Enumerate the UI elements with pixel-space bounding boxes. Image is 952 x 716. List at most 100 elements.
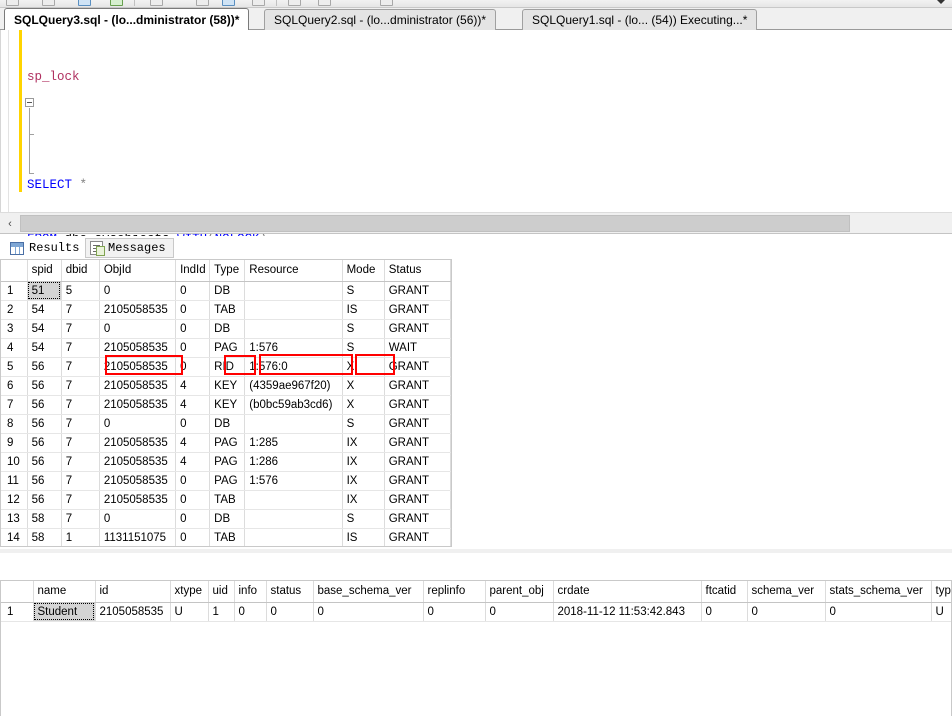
cell-indid[interactable]: 0 [175, 338, 211, 358]
cell-mode[interactable]: IX [342, 433, 385, 453]
cell-objid[interactable]: 0 [99, 281, 177, 301]
locks-col-header-mode[interactable]: Mode [342, 260, 385, 282]
cell-type[interactable]: RID [209, 357, 246, 377]
table-row[interactable]: 13 58 7 0 0 DB S GRANT [1, 509, 451, 529]
cell-mode[interactable]: IX [342, 452, 385, 472]
cell-mode[interactable]: IX [342, 471, 385, 491]
cell-objid[interactable]: 2105058535 [99, 471, 177, 491]
cell-objid[interactable]: 0 [99, 509, 177, 529]
tab-results[interactable]: Results [6, 238, 87, 258]
cell-indid[interactable]: 0 [175, 319, 211, 339]
cell-objid[interactable]: 2105058535 [99, 490, 177, 510]
cell-resource[interactable]: 1:576 [244, 471, 343, 491]
cell-indid[interactable]: 0 [175, 281, 211, 301]
toolbar-icon-save[interactable] [78, 0, 91, 6]
cell-mode[interactable]: X [342, 357, 385, 377]
cell-resource[interactable]: 1:285 [244, 433, 343, 453]
locks-col-header-type[interactable]: Type [209, 260, 246, 282]
cell-spid[interactable]: 51 [27, 281, 62, 301]
cell-n[interactable]: 5 [1, 357, 28, 377]
editor-code-area[interactable]: sp_lock SELECT * FROM dbo.sysobjects WIT… [27, 30, 952, 300]
cell-spid[interactable]: 56 [27, 433, 62, 453]
cell-type[interactable]: TAB [209, 490, 246, 510]
toolbar-icon-open[interactable] [42, 0, 55, 6]
locks-col-header-rownum[interactable] [1, 260, 28, 282]
cell-status[interactable]: GRANT [384, 490, 451, 510]
table-row[interactable]: 6 56 7 2105058535 4 KEY (4359ae967f20) X GRANT [1, 376, 451, 396]
editor-horizontal-scrollbar[interactable]: ‹ [0, 212, 952, 234]
cell-type[interactable]: TAB [209, 528, 246, 546]
sysobjects-col-header-info[interactable]: info [234, 581, 267, 603]
tab-sqlquery3[interactable]: SQLQuery3.sql - (lo...dministrator (58))… [4, 8, 250, 30]
cell-resource[interactable]: (4359ae967f20) [244, 376, 343, 396]
table-row[interactable]: 1 51 5 0 0 DB S GRANT [1, 281, 451, 301]
cell-n[interactable]: 1 [1, 602, 34, 622]
table-row[interactable]: 9 56 7 2105058535 4 PAG 1:285 IX GRANT [1, 433, 451, 453]
cell-info[interactable]: 0 [234, 602, 267, 622]
locks-results-grid[interactable]: spid dbid ObjId IndId Type Resource Mode Status… [0, 259, 452, 547]
cell-status[interactable]: WAIT [384, 338, 451, 358]
cell-resource[interactable] [244, 300, 343, 320]
cell-dbid[interactable]: 7 [61, 490, 100, 510]
cell-type[interactable]: U [931, 602, 951, 622]
sql-editor-pane[interactable]: sp_lock SELECT * FROM dbo.sysobjects WIT… [0, 30, 952, 300]
cell-status[interactable]: GRANT [384, 319, 451, 339]
table-row[interactable]: 1 Student 2105058535 U 1 0 0 0 0 0 2018-11-12 11:5… [1, 602, 951, 622]
cell-status[interactable]: GRANT [384, 471, 451, 491]
cell-resource[interactable]: (b0bc59ab3cd6) [244, 395, 343, 415]
cell-objid[interactable]: 2105058535 [99, 452, 177, 472]
cell-objid[interactable]: 2105058535 [99, 357, 177, 377]
table-row[interactable]: 14 58 1 1131151075 0 TAB IS GRANT [1, 528, 451, 546]
table-row[interactable]: 12 56 7 2105058535 0 TAB IX GRANT [1, 490, 451, 510]
cell-parent_obj[interactable]: 0 [485, 602, 554, 622]
cell-dbid[interactable]: 7 [61, 338, 100, 358]
cell-dbid[interactable]: 7 [61, 395, 100, 415]
cell-n[interactable]: 1 [1, 281, 28, 301]
cell-status[interactable]: GRANT [384, 509, 451, 529]
cell-mode[interactable]: S [342, 509, 385, 529]
cell-mode[interactable]: IS [342, 300, 385, 320]
cell-indid[interactable]: 4 [175, 433, 211, 453]
cell-crdate[interactable]: 2018-11-12 11:53:42.843 [553, 602, 702, 622]
cell-stats_schema_ver[interactable]: 0 [825, 602, 932, 622]
cell-type[interactable]: PAG [209, 433, 246, 453]
cell-mode[interactable]: S [342, 319, 385, 339]
cell-status[interactable]: GRANT [384, 357, 451, 377]
cell-dbid[interactable]: 7 [61, 319, 100, 339]
cell-indid[interactable]: 0 [175, 414, 211, 434]
cell-n[interactable]: 12 [1, 490, 28, 510]
sysobjects-col-header-parent_obj[interactable]: parent_obj [485, 581, 554, 603]
cell-type[interactable]: DB [209, 509, 246, 529]
cell-n[interactable]: 13 [1, 509, 28, 529]
cell-dbid[interactable]: 1 [61, 528, 100, 546]
cell-status[interactable]: GRANT [384, 414, 451, 434]
cell-n[interactable]: 10 [1, 452, 28, 472]
cell-mode[interactable]: IX [342, 490, 385, 510]
tab-sqlquery1[interactable]: SQLQuery1.sql - (lo... (54)) Executing..… [522, 9, 758, 30]
sysobjects-col-header-crdate[interactable]: crdate [553, 581, 702, 603]
cell-spid[interactable]: 54 [27, 338, 62, 358]
cell-spid[interactable]: 56 [27, 357, 62, 377]
cell-n[interactable]: 9 [1, 433, 28, 453]
cell-resource[interactable] [244, 281, 343, 301]
toolbar-icon-results-text[interactable] [252, 0, 265, 6]
cell-status[interactable]: GRANT [384, 433, 451, 453]
cell-resource[interactable] [244, 528, 343, 546]
toolbar-icon-execute[interactable] [110, 0, 123, 6]
cell-schema_ver[interactable]: 0 [747, 602, 826, 622]
cell-mode[interactable]: S [342, 281, 385, 301]
cell-mode[interactable]: IS [342, 528, 385, 546]
cell-objid[interactable]: 1131151075 [99, 528, 177, 546]
toolbar-icon-indent[interactable] [380, 0, 393, 6]
sysobjects-results-grid[interactable]: name id xtype uid info status base_schema_ver r… [0, 580, 952, 716]
pane-splitter[interactable] [0, 549, 952, 553]
cell-indid[interactable]: 0 [175, 528, 211, 546]
toolbar-icon-uncomment[interactable] [318, 0, 331, 6]
tab-messages[interactable]: Messages [85, 238, 174, 258]
cell-dbid[interactable]: 7 [61, 300, 100, 320]
sysobjects-col-header-name[interactable]: name [33, 581, 96, 603]
cell-resource[interactable]: 1:576 [244, 338, 343, 358]
scrollbar-thumb[interactable] [20, 215, 850, 232]
sysobjects-col-header-uid[interactable]: uid [208, 581, 235, 603]
cell-indid[interactable]: 0 [175, 471, 211, 491]
